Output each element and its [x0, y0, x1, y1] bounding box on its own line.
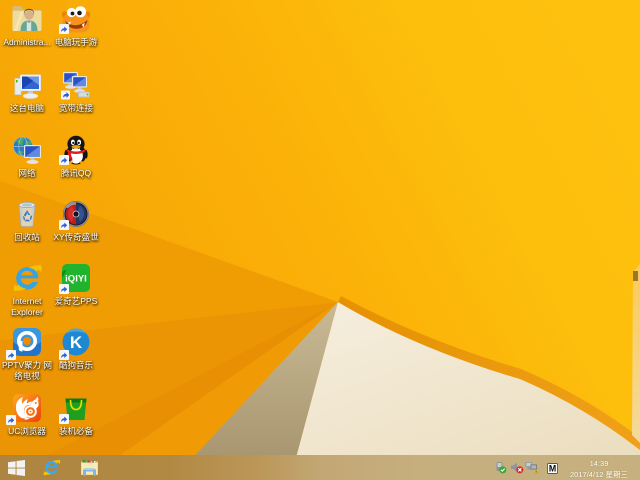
svg-text:K: K	[70, 333, 83, 352]
svg-text:M: M	[549, 463, 556, 473]
svg-text:iQIYI: iQIYI	[65, 274, 87, 285]
